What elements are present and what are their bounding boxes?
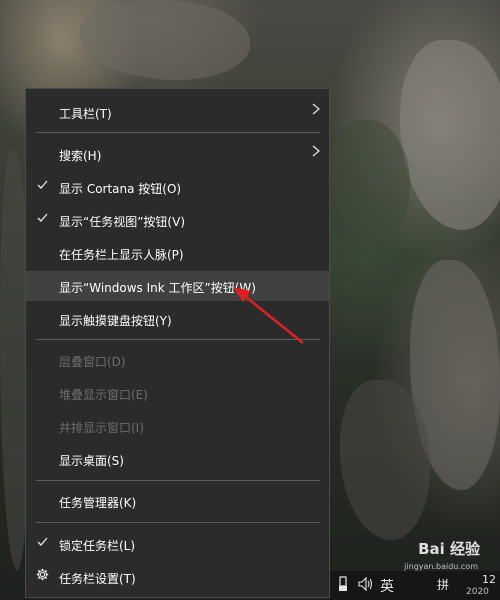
checkmark-icon: [37, 179, 48, 193]
menu-item-task-manager[interactable]: 任务管理器(K): [26, 486, 329, 516]
menu-item-label: 搜索(H): [59, 149, 102, 163]
chevron-right-icon: [312, 145, 320, 161]
menu-separator: [36, 480, 320, 481]
taskbar-tray: 英 拼 12 2020: [330, 571, 500, 600]
menu-item-label: 层叠窗口(D): [59, 355, 126, 369]
watermark-url: jingyan.baidu.com: [404, 562, 478, 571]
menu-item-search[interactable]: 搜索(H): [26, 139, 329, 169]
clock-date: 2020: [466, 587, 489, 597]
menu-item-side-by-side-windows: 并排显示窗口(I): [26, 411, 329, 441]
checkmark-icon: [37, 536, 48, 550]
ime-mode-indicator[interactable]: 拼: [437, 576, 449, 593]
menu-item-label: 堆叠显示窗口(E): [59, 388, 148, 402]
menu-item-label: 显示“任务视图”按钮(V): [59, 215, 186, 229]
menu-item-label: 显示 Cortana 按钮(O): [59, 182, 182, 196]
menu-item-lock-taskbar[interactable]: 锁定任务栏(L): [26, 529, 329, 559]
menu-item-label: 显示触摸键盘按钮(Y): [59, 314, 172, 328]
clock-time[interactable]: 12: [482, 573, 496, 586]
menu-separator: [36, 522, 320, 523]
menu-item-show-cortana[interactable]: 显示 Cortana 按钮(O): [26, 172, 329, 202]
menu-item-stacked-windows: 堆叠显示窗口(E): [26, 378, 329, 408]
menu-item-taskbar-settings[interactable]: 任务栏设置(T): [26, 562, 329, 592]
menu-item-label: 显示桌面(S): [59, 454, 124, 468]
menu-item-show-desktop[interactable]: 显示桌面(S): [26, 444, 329, 474]
watermark-brand: Bai 经验: [418, 540, 480, 558]
menu-item-label: 并排显示窗口(I): [59, 421, 144, 435]
gear-icon: [36, 568, 49, 585]
checkmark-icon: [37, 212, 48, 226]
ime-language-indicator[interactable]: 英: [380, 576, 394, 596]
menu-item-show-people[interactable]: 在任务栏上显示人脉(P): [26, 238, 329, 268]
menu-item-label: 任务栏设置(T): [59, 572, 136, 586]
menu-item-label: 工具栏(T): [59, 107, 112, 121]
chevron-right-icon: [312, 103, 320, 119]
menu-item-toolbars[interactable]: 工具栏(T): [26, 97, 329, 127]
volume-icon[interactable]: [357, 576, 375, 596]
menu-separator: [36, 132, 320, 133]
menu-item-label: 任务管理器(K): [59, 496, 137, 510]
menu-item-label: 在任务栏上显示人脉(P): [59, 248, 184, 262]
usb-icon[interactable]: [338, 576, 348, 596]
menu-item-show-task-view[interactable]: 显示“任务视图”按钮(V): [26, 205, 329, 235]
arrow-annotation: [233, 287, 304, 344]
menu-item-label: 锁定任务栏(L): [59, 539, 136, 553]
